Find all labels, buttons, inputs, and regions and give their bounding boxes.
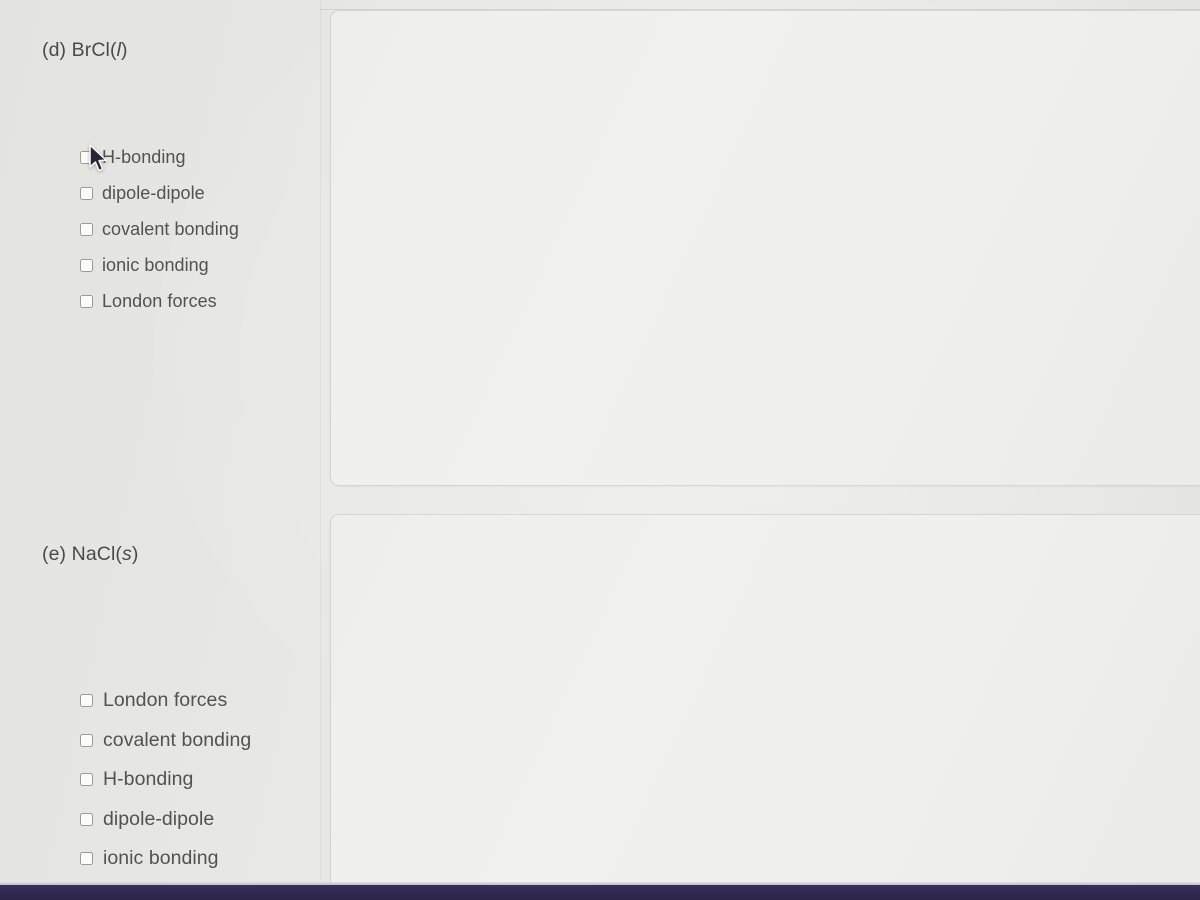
option-row[interactable]: London forces: [80, 681, 251, 721]
checkbox-icon[interactable]: [80, 186, 93, 200]
option-row[interactable]: ionic bonding: [80, 839, 251, 879]
page-seam-divider: [320, 0, 321, 900]
option-row[interactable]: dipole-dipole: [80, 800, 251, 840]
question-title-e-state: s: [122, 543, 132, 565]
option-label: ionic bonding: [102, 254, 209, 275]
question-card-e: [330, 514, 1200, 888]
option-label: H-bonding: [102, 146, 186, 167]
option-list-e: London forces covalent bonding H-bonding…: [80, 681, 251, 879]
checkbox-icon[interactable]: [80, 258, 93, 272]
question-title-e-suffix: ): [131, 543, 139, 565]
question-title-e-prefix: (e) NaCl(: [42, 543, 122, 565]
checkbox-icon[interactable]: [80, 733, 93, 747]
option-label: London forces: [102, 290, 217, 311]
question-card-d: [330, 10, 1200, 486]
option-label: covalent bonding: [103, 728, 252, 751]
question-title-d-suffix: ): [121, 39, 128, 61]
question-title-d-prefix: (d) BrCl(: [42, 39, 117, 61]
option-row[interactable]: London forces: [80, 283, 239, 319]
option-row[interactable]: covalent bonding: [80, 721, 251, 761]
bottom-bezel-strip: [0, 882, 1200, 900]
option-list-d: H-bonding dipole-dipole covalent bonding…: [80, 139, 239, 319]
checkbox-icon[interactable]: [80, 294, 93, 308]
checkbox-icon[interactable]: [80, 852, 93, 866]
option-row[interactable]: H-bonding: [80, 139, 239, 175]
checkbox-icon[interactable]: [80, 812, 93, 826]
question-title-d: (d) BrCl(l): [42, 39, 128, 62]
question-title-e: (e) NaCl(s): [42, 543, 138, 566]
checkbox-icon[interactable]: [80, 773, 93, 787]
checkbox-icon[interactable]: [80, 150, 93, 164]
checkbox-icon[interactable]: [80, 694, 93, 708]
page-surface: (d) BrCl(l) H-bonding dipole-dipole cova…: [0, 0, 1200, 900]
option-label: ionic bonding: [103, 847, 219, 870]
option-row[interactable]: dipole-dipole: [80, 175, 239, 211]
option-label: covalent bonding: [102, 218, 239, 239]
option-label: H-bonding: [103, 768, 194, 791]
option-label: London forces: [103, 689, 228, 712]
option-label: dipole-dipole: [102, 182, 205, 203]
option-row[interactable]: H-bonding: [80, 760, 251, 800]
option-label: dipole-dipole: [103, 807, 215, 830]
option-row[interactable]: ionic bonding: [80, 247, 239, 283]
option-row[interactable]: covalent bonding: [80, 211, 239, 247]
checkbox-icon[interactable]: [80, 222, 93, 236]
